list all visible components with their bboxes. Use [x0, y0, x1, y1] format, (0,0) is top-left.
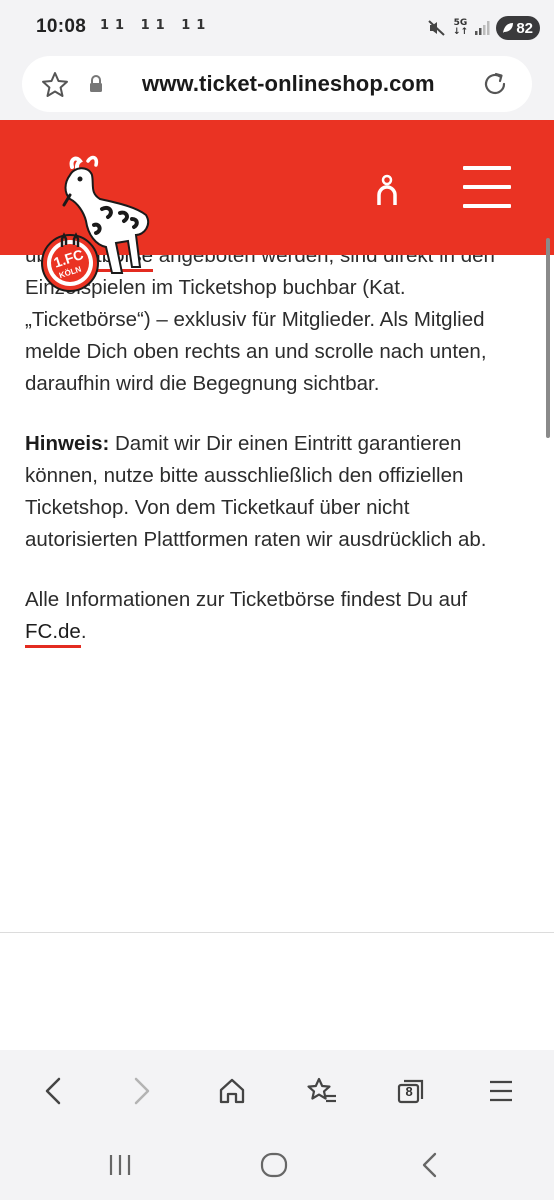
address-bar[interactable]: www.ticket-onlineshop.com [22, 56, 532, 112]
browser-toolbar: 8 [0, 1052, 554, 1130]
info-text: Alle Informationen zur Ticketbörse finde… [25, 588, 468, 611]
hinweis-label: Hinweis: [25, 432, 110, 455]
account-icon[interactable] [374, 174, 400, 206]
home-button[interactable] [208, 1067, 256, 1115]
club-logo[interactable]: 1.FC KÖLN [40, 155, 158, 295]
status-indicators: 5G ↓↑ 82 [427, 14, 540, 42]
network-icon: 5G ↓↑ [452, 18, 468, 37]
battery-level: 82 [516, 19, 533, 37]
forward-icon [135, 1077, 150, 1105]
more-menu-button[interactable] [477, 1067, 525, 1115]
battery-indicator: 82 [496, 16, 540, 40]
signal-icon [475, 21, 490, 35]
recent-apps-icon [109, 1155, 131, 1175]
home-nav-button[interactable] [254, 1148, 294, 1182]
mute-icon [428, 20, 445, 36]
nav-back-icon [422, 1152, 437, 1178]
divider [0, 932, 554, 933]
club-badge: 1.FC KÖLN [41, 232, 99, 292]
paragraph-hinweis: Hinweis: Damit wir Dir einen Eintritt ga… [25, 428, 525, 556]
scrollbar[interactable] [546, 238, 550, 438]
back-button[interactable] [29, 1067, 77, 1115]
star-icon[interactable] [40, 70, 70, 100]
system-nav-bar [0, 1130, 554, 1200]
leaf-icon [503, 23, 513, 33]
back-icon [45, 1077, 61, 1105]
lock-icon [90, 75, 102, 92]
bookmarks-button[interactable] [298, 1067, 346, 1115]
status-bar: 10:08 11 11 11 5G ↓↑ 82 [0, 0, 554, 56]
status-time: 10:08 [36, 16, 87, 37]
reload-icon[interactable] [480, 69, 510, 99]
notification-icons: 11 11 11 [100, 18, 212, 33]
tab-count: 8 [405, 1084, 413, 1099]
home-circle-icon [260, 1152, 288, 1178]
web-page: 1.FC KÖLN übTicketbörse angeboten werden… [0, 120, 554, 1050]
recent-apps-button[interactable] [100, 1148, 140, 1182]
tabs-button[interactable]: 8 [387, 1067, 435, 1115]
paragraph-info: Alle Informationen zur Ticketbörse finde… [25, 584, 525, 648]
bookmarks-icon [307, 1077, 336, 1103]
home-icon [219, 1078, 245, 1104]
forward-button[interactable] [118, 1067, 166, 1115]
article-content: übTicketbörse angeboten werden, sind dir… [25, 240, 525, 676]
fc-de-link[interactable]: FC.de [25, 620, 81, 648]
more-menu-icon [490, 1080, 513, 1102]
url-text[interactable]: www.ticket-onlineshop.com [142, 71, 435, 97]
hamburger-menu-icon[interactable] [463, 166, 511, 210]
nav-back-button[interactable] [410, 1148, 450, 1182]
